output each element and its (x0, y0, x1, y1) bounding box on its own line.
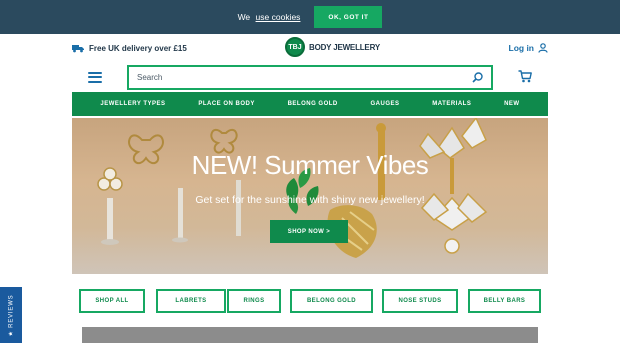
cookie-banner: We use cookies OK, GOT IT (0, 0, 620, 34)
cart-icon[interactable] (518, 70, 532, 83)
category-nose-studs[interactable]: NOSE STUDS (382, 289, 458, 313)
user-icon (538, 43, 548, 53)
login-label: Log in (508, 43, 535, 53)
nav-place-on-body[interactable]: PLACE ON BODY (198, 101, 255, 107)
search-input[interactable] (137, 73, 472, 82)
shop-now-button[interactable]: SHOP NOW > (270, 220, 348, 243)
cookie-policy-link[interactable]: use cookies (256, 12, 301, 22)
category-buttons: SHOP ALL LABRETS RINGS BELONG GOLD NOSE … (78, 289, 542, 313)
cookie-accept-button[interactable]: OK, GOT IT (314, 6, 383, 28)
category-rings[interactable]: RINGS (227, 289, 281, 313)
login-link[interactable]: Log in (509, 43, 549, 53)
category-shop-all[interactable]: SHOP ALL (79, 289, 145, 313)
nav-gauges[interactable]: GAUGES (371, 101, 400, 107)
reviews-tab[interactable]: ★ REVIEWS (0, 287, 22, 343)
cookie-text: We use cookies (238, 12, 301, 22)
hero-subtitle: Get set for the sunshine with shiny new … (195, 194, 425, 206)
next-banner-preview (82, 327, 538, 343)
logo-badge: TBJ (285, 37, 305, 57)
truck-icon (72, 44, 84, 52)
nav-belong-gold[interactable]: BELONG GOLD (288, 101, 338, 107)
nav-materials[interactable]: MATERIALS (432, 101, 471, 107)
menu-icon[interactable] (88, 71, 102, 83)
category-belong-gold[interactable]: BELONG GOLD (290, 289, 373, 313)
nav-jewellery-types[interactable]: JEWELLERY TYPES (100, 101, 165, 107)
reviews-label: ★ REVIEWS (8, 294, 15, 336)
delivery-info: Free UK delivery over £15 (72, 44, 187, 53)
category-labrets[interactable]: LABRETS (156, 289, 226, 313)
logo-text: BODY JEWELLERY (309, 42, 380, 52)
search-box (127, 65, 493, 90)
cookie-text-prefix: We (237, 12, 251, 22)
hero-title: NEW! Summer Vibes (191, 150, 429, 180)
delivery-text: Free UK delivery over £15 (89, 43, 187, 53)
nav-new[interactable]: NEW (504, 101, 520, 107)
hero-banner[interactable]: NEW! Summer Vibes Get set for the sunshi… (72, 118, 548, 274)
top-bar: Free UK delivery over £15 TBJ BODY JEWEL… (72, 36, 548, 60)
search-icon[interactable] (472, 72, 483, 83)
search-row (72, 62, 548, 92)
site-logo[interactable]: TBJ BODY JEWELLERY (285, 37, 380, 57)
category-belly-bars[interactable]: BELLY BARS (468, 289, 541, 313)
main-nav: JEWELLERY TYPES PLACE ON BODY BELONG GOL… (72, 92, 548, 116)
